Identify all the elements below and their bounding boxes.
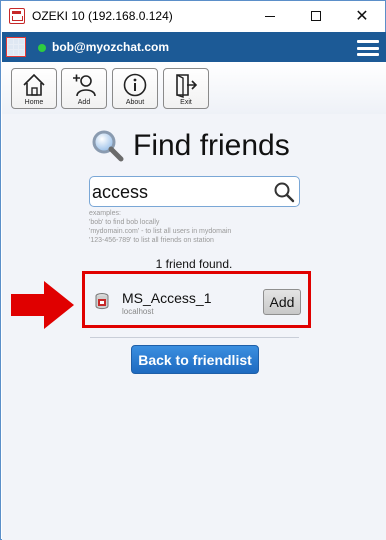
about-label: About	[125, 99, 145, 106]
results-count: 1 friend found.	[155, 257, 233, 271]
maximize-button[interactable]	[293, 1, 339, 31]
menu-icon[interactable]	[357, 40, 379, 56]
toolbar: Home Add About Exit	[2, 62, 386, 114]
list-item[interactable]: MS_Access_1 localhost Add	[92, 277, 302, 319]
about-button[interactable]: About	[112, 68, 158, 109]
search-input[interactable]	[92, 180, 267, 204]
exit-label: Exit	[180, 99, 192, 106]
home-label: Home	[24, 99, 44, 106]
apps-grid-cells	[8, 39, 24, 55]
minimize-icon	[265, 15, 275, 17]
add-user-icon	[73, 74, 96, 97]
examples-line: 'mydomain.com' - to list all users in my…	[89, 228, 232, 235]
exit-icon	[176, 74, 198, 98]
window-title: OZEKI 10 (192.168.0.124)	[32, 9, 173, 23]
close-button[interactable]: ✕	[339, 1, 385, 31]
home-button[interactable]: Home	[11, 68, 57, 109]
divider	[90, 337, 299, 338]
red-arrow-icon	[11, 281, 74, 329]
page-title: Find friends	[133, 129, 290, 162]
info-icon	[123, 73, 147, 97]
app-header: bob@myozchat.com	[2, 32, 386, 62]
find-friends-heading: Find friends	[91, 129, 290, 163]
add-label: Add	[77, 99, 91, 106]
maximize-icon	[311, 11, 321, 21]
app-window: OZEKI 10 (192.168.0.124) ✕ bob@myozchat.…	[0, 0, 386, 540]
minimize-button[interactable]	[247, 1, 293, 31]
current-user: bob@myozchat.com	[52, 40, 170, 54]
result-host: localhost	[122, 307, 154, 316]
database-icon	[95, 293, 109, 310]
search-examples: examples: 'bob' to find bob locally 'myd…	[89, 209, 231, 245]
examples-line: 'bob' to find bob locally	[89, 219, 160, 226]
online-status-icon	[38, 44, 46, 52]
close-icon: ✕	[355, 6, 369, 25]
search-icon[interactable]	[273, 181, 295, 203]
magnifier-icon	[92, 130, 124, 162]
add-friend-button[interactable]: Add	[263, 289, 301, 315]
search-box	[89, 176, 300, 207]
title-bar: OZEKI 10 (192.168.0.124) ✕	[1, 1, 385, 31]
result-name: MS_Access_1	[122, 290, 212, 306]
examples-line: '123-456-789' to list all friends on sta…	[89, 237, 214, 244]
back-to-friendlist-button[interactable]: Back to friendlist	[131, 345, 259, 374]
exit-button[interactable]: Exit	[163, 68, 209, 109]
ozeki-app-icon	[9, 8, 25, 24]
main-content: Find friends examples: 'bob' to find bob…	[2, 114, 386, 540]
examples-line: examples:	[89, 210, 121, 217]
home-icon	[23, 73, 45, 96]
add-button[interactable]: Add	[61, 68, 107, 109]
